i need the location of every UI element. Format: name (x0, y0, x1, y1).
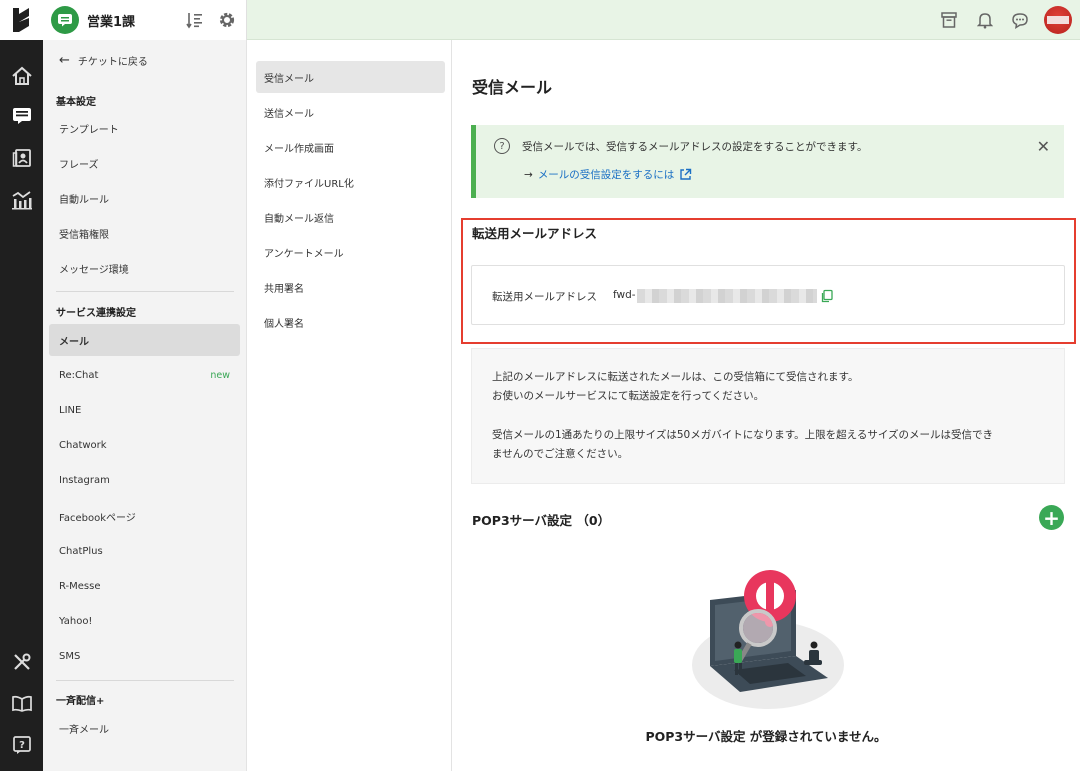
info-banner: ? 受信メールでは、受信するメールアドレスの設定をすることができます。 → メー… (471, 125, 1064, 198)
page-title: 受信メール (472, 78, 553, 97)
sidebar-item-mail[interactable]: メール (49, 324, 240, 356)
sidebar-item-inbox-permission[interactable]: 受信箱権限 (49, 217, 240, 249)
desc-line: 上記のメールアドレスに転送されたメールは、この受信箱にて受信されます。 (492, 371, 859, 383)
ticket-icon[interactable] (0, 100, 43, 132)
new-badge: new (210, 369, 230, 381)
bell-icon[interactable] (975, 10, 995, 30)
sort-icon[interactable] (185, 10, 205, 30)
sidebar-item-sms[interactable]: SMS (49, 640, 240, 672)
question-icon: ? (494, 138, 510, 154)
sidebar-item-chatplus[interactable]: ChatPlus (49, 535, 240, 567)
submenu-item-outgoing-mail[interactable]: 送信メール (256, 96, 445, 128)
sidebar-item-message-env[interactable]: メッセージ環境 (49, 252, 240, 284)
main-content: 受信メール ? 受信メールでは、受信するメールアドレスの設定をすることができます… (452, 40, 1080, 771)
user-avatar[interactable] (1044, 6, 1072, 34)
mail-submenu: 受信メール 送信メール メール作成画面 添付ファイルURL化 自動メール返信 ア… (247, 40, 452, 771)
forward-section-title: 転送用メールアドレス (472, 226, 598, 241)
desc-line: 受信メールの1通あたりの上限サイズは50メガバイトになります。上限を超えるサイズ… (492, 429, 994, 441)
back-to-tickets-link[interactable]: ← チケットに戻る (59, 53, 148, 68)
redacted-address (637, 289, 817, 303)
app-rail: ? (0, 0, 43, 771)
logo-icon[interactable] (0, 0, 43, 40)
section-service-integration: サービス連携設定 (56, 308, 136, 319)
pop3-empty-message: POP3サーバ設定 が登録されていません。 (645, 729, 887, 744)
arrow-right-icon: → (524, 168, 533, 181)
forward-address-card: 転送用メールアドレス fwd- (471, 265, 1065, 325)
mail-setup-help-link[interactable]: → メールの受信設定をするには (524, 167, 692, 182)
info-message: 受信メールでは、受信するメールアドレスの設定をすることができます。 (522, 141, 868, 153)
sidebar-item-facebook[interactable]: Facebookページ (49, 500, 240, 532)
settings-gear-icon[interactable] (217, 10, 237, 30)
forward-description: 上記のメールアドレスに転送されたメールは、この受信箱にて受信されます。 お使いの… (471, 348, 1065, 484)
add-pop3-button[interactable]: + (1039, 505, 1064, 530)
submenu-item-compose-screen[interactable]: メール作成画面 (256, 131, 445, 163)
submenu-item-auto-reply[interactable]: 自動メール返信 (256, 201, 445, 233)
arrow-left-icon: ← (59, 53, 70, 68)
sidebar-item-bulk-mail[interactable]: 一斉メール (49, 712, 240, 744)
group-chat-icon (51, 6, 79, 34)
sidebar-item-instagram[interactable]: Instagram (49, 464, 240, 496)
divider (56, 680, 234, 681)
home-icon[interactable] (0, 60, 43, 92)
forward-address-value: fwd- (613, 289, 636, 301)
sidebar-item-auto-rule[interactable]: 自動ルール (49, 182, 240, 214)
submenu-item-personal-signature[interactable]: 個人署名 (256, 306, 445, 338)
submenu-item-survey-mail[interactable]: アンケートメール (256, 236, 445, 268)
back-label: チケットに戻る (77, 57, 148, 68)
help-icon[interactable]: ? (0, 729, 43, 761)
pop3-section-title: POP3サーバ設定 （0） (472, 513, 611, 528)
close-icon[interactable]: ✕ (1037, 137, 1050, 156)
section-basic-settings: 基本設定 (56, 97, 96, 108)
analytics-icon[interactable] (0, 184, 43, 216)
top-header: 営業1課 (43, 0, 1080, 40)
tools-icon[interactable] (0, 646, 43, 678)
submenu-item-attachment-url[interactable]: 添付ファイルURL化 (256, 166, 445, 198)
sidebar-item-rmesse[interactable]: R-Messe (49, 570, 240, 602)
group-switcher[interactable]: 営業1課 (43, 0, 247, 40)
sidebar-item-phrase[interactable]: フレーズ (49, 147, 240, 179)
section-bulk-delivery: 一斉配信+ (56, 696, 105, 707)
submenu-item-incoming-mail[interactable]: 受信メール (256, 61, 445, 93)
sidebar-item-chatwork[interactable]: Chatwork (49, 429, 240, 461)
svg-text:?: ? (19, 740, 25, 751)
forward-address-label: 転送用メールアドレス (492, 291, 597, 303)
desc-line: ませんのでご注意ください。 (492, 448, 629, 460)
sidebar-item-rechat[interactable]: Re:Chat new (49, 359, 240, 391)
support-chat-icon[interactable] (1010, 10, 1030, 30)
link-label: メールの受信設定をするには (537, 169, 675, 181)
archive-icon[interactable] (939, 10, 959, 30)
empty-state-illustration (692, 570, 844, 709)
settings-sidebar: ← チケットに戻る 基本設定 テンプレート フレーズ 自動ルール 受信箱権限 メ… (43, 40, 247, 771)
submenu-item-shared-signature[interactable]: 共用署名 (256, 271, 445, 303)
sidebar-item-template[interactable]: テンプレート (49, 112, 240, 144)
copy-icon[interactable] (820, 289, 834, 303)
plus-icon: + (1043, 505, 1060, 530)
sidebar-item-line[interactable]: LINE (49, 394, 240, 426)
sidebar-item-label: Re:Chat (59, 369, 99, 381)
group-name: 営業1課 (87, 14, 136, 30)
external-link-icon (680, 168, 692, 180)
divider (56, 291, 234, 292)
book-icon[interactable] (0, 688, 43, 720)
contacts-icon[interactable] (0, 142, 43, 174)
sidebar-item-yahoo[interactable]: Yahoo! (49, 605, 240, 637)
desc-line: お使いのメールサービスにて転送設定を行ってください。 (492, 390, 765, 402)
